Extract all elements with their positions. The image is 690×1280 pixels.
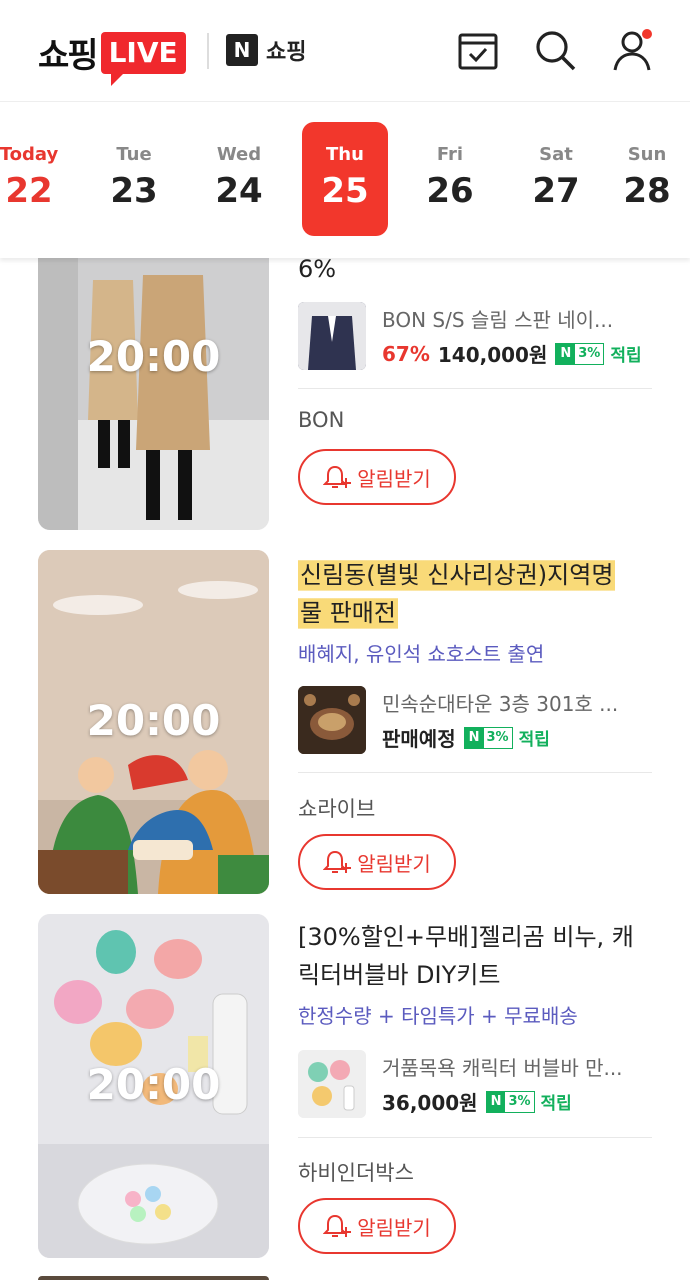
date-dow: Today: [0, 144, 59, 165]
brand-name[interactable]: 하비인더박스: [298, 1157, 414, 1187]
live-thumbnail[interactable]: 20:00: [38, 914, 269, 1258]
npay-earn-label: 적립: [518, 730, 550, 750]
live-title[interactable]: [30%할인+무배]젤리곰 비누, 캐 릭터버블바 DIY키트: [298, 918, 678, 994]
npay-percent: 3%: [578, 346, 601, 361]
divider: [298, 388, 652, 389]
product-price-row: 판매예정 N 3% 적립: [382, 723, 618, 752]
bell-plus-icon: [323, 1214, 352, 1237]
sale-status: 판매예정: [382, 727, 456, 751]
date-day: 22: [5, 171, 53, 211]
npay-badge: N 3%: [485, 1090, 535, 1113]
live-subtitle: 배혜지, 유인석 쇼호스트 출연: [298, 642, 545, 666]
date-tab-today[interactable]: Today 22: [0, 122, 72, 236]
npay-n-icon: N: [556, 343, 576, 364]
npay-n-icon: N: [464, 727, 484, 748]
naver-n-icon: N: [226, 34, 258, 66]
product-price-row: 36,000원 N 3% 적립: [382, 1087, 623, 1116]
alarm-label: 알림받기: [357, 1215, 431, 1240]
npay-percent: 3%: [508, 1094, 531, 1109]
date-day: 27: [532, 171, 580, 211]
live-thumbnail[interactable]: 20:00: [38, 550, 269, 894]
date-dow: Fri: [436, 144, 464, 165]
product-price: 140,000원: [437, 343, 548, 367]
live-time: 20:00: [86, 696, 221, 745]
header-divider: [207, 33, 209, 69]
product-info: 민속순대타운 3층 301호 ... 판매예정 N 3% 적립: [382, 688, 618, 752]
live-title-line2: 릭터버블바 DIY키트: [298, 961, 501, 989]
product-row[interactable]: 민속순대타운 3층 301호 ... 판매예정 N 3% 적립: [298, 684, 652, 756]
product-row[interactable]: BON S/S 슬림 스판 네이... 67% 140,000원 N 3% 적립: [298, 300, 652, 372]
date-tab-wed[interactable]: Wed 24: [196, 122, 282, 236]
npay-percent: 3%: [486, 730, 509, 745]
item-info: 신림동(별빛 신사리상권)지역명 물 판매전 배혜지, 유인석 쇼호스트 출연: [298, 556, 678, 667]
product-thumbnail: [298, 302, 366, 370]
alarm-button[interactable]: 알림받기: [298, 449, 456, 505]
alarm-button[interactable]: 알림받기: [298, 1198, 456, 1254]
live-time: 20:00: [86, 332, 221, 381]
date-day: 24: [215, 171, 263, 211]
date-dow: Sat: [539, 144, 573, 165]
discount-rate: 67%: [382, 341, 430, 366]
npay-earn-label: 적립: [540, 1094, 572, 1114]
brand-name[interactable]: 쇼라이브: [298, 793, 375, 823]
date-tab-sat[interactable]: Sat 27: [513, 122, 599, 236]
next-live-thumbnail-peek: [38, 1276, 269, 1280]
date-tab-tue[interactable]: Tue 23: [91, 122, 177, 236]
app-header: 쇼핑 LIVE N 쇼핑: [0, 0, 690, 102]
npay-badge: N 3%: [463, 726, 513, 749]
user-icon[interactable]: [611, 28, 655, 72]
date-tab-bar: Today 22 Tue 23 Wed 24 Thu 25 Fri 26 Sat…: [0, 102, 690, 258]
live-title-line1: [30%할인+무배]젤리곰 비누, 캐: [298, 923, 634, 951]
live-subtitle: 한정수량 + 타임특가 + 무료배송: [298, 1004, 578, 1028]
bell-plus-icon: [323, 465, 352, 488]
product-row[interactable]: 거품목욕 캐릭터 버블바 만... 36,000원 N 3% 적립: [298, 1048, 652, 1120]
date-dow: Sun: [627, 144, 667, 165]
calendar-check-icon[interactable]: [456, 28, 500, 72]
npay-badge: N 3%: [555, 342, 605, 365]
product-thumbnail: [298, 686, 366, 754]
logo-live-badge: LIVE: [100, 31, 186, 86]
alarm-button[interactable]: 알림받기: [298, 834, 456, 890]
live-title-line2: 물 판매전: [298, 595, 398, 631]
logo-text: 쇼핑: [38, 36, 99, 76]
divider: [298, 772, 652, 773]
date-day: 23: [110, 171, 158, 211]
live-time: 20:00: [86, 1060, 221, 1109]
date-dow: Tue: [116, 144, 152, 165]
bell-plus-icon: [323, 850, 352, 873]
live-title-line1: 신림동(별빛 신사리상권)지역명: [298, 557, 616, 593]
product-price-row: 67% 140,000원 N 3% 적립: [382, 339, 642, 368]
date-dow: Thu: [326, 144, 364, 165]
product-price: 36,000원: [382, 1091, 478, 1115]
alarm-label: 알림받기: [357, 466, 431, 491]
product-name: BON S/S 슬림 스판 네이...: [382, 308, 614, 332]
product-info: BON S/S 슬림 스판 네이... 67% 140,000원 N 3% 적립: [382, 304, 642, 368]
product-info: 거품목욕 캐릭터 버블바 만... 36,000원 N 3% 적립: [382, 1052, 623, 1116]
brand-name[interactable]: BON: [298, 408, 344, 432]
item-info: [30%할인+무배]젤리곰 비누, 캐 릭터버블바 DIY키트 한정수량 + 타…: [298, 918, 678, 1029]
npay-n-icon: N: [486, 1091, 506, 1112]
product-name: 민속순대타운 3층 301호 ...: [382, 692, 619, 716]
date-day: 26: [426, 171, 474, 211]
shopping-live-logo[interactable]: 쇼핑 LIVE: [38, 28, 186, 86]
search-icon[interactable]: [533, 28, 577, 72]
date-day: 28: [623, 171, 671, 211]
npay-earn-label: 적립: [610, 346, 642, 366]
date-day: 25: [321, 171, 369, 211]
live-thumbnail[interactable]: 20:00: [38, 220, 269, 530]
product-thumbnail: [298, 1050, 366, 1118]
live-title[interactable]: 신림동(별빛 신사리상권)지역명 물 판매전: [298, 556, 678, 632]
divider: [298, 1137, 652, 1138]
alarm-label: 알림받기: [357, 851, 431, 876]
date-tab-sun[interactable]: Sun 28: [604, 122, 690, 236]
naver-shopping-label: 쇼핑: [266, 40, 307, 65]
date-dow: Wed: [216, 144, 262, 165]
product-name: 거품목욕 캐릭터 버블바 만...: [382, 1056, 623, 1080]
naver-shopping-link[interactable]: N 쇼핑: [226, 34, 306, 66]
date-tab-fri[interactable]: Fri 26: [407, 122, 493, 236]
date-tab-thu[interactable]: Thu 25: [302, 122, 388, 236]
